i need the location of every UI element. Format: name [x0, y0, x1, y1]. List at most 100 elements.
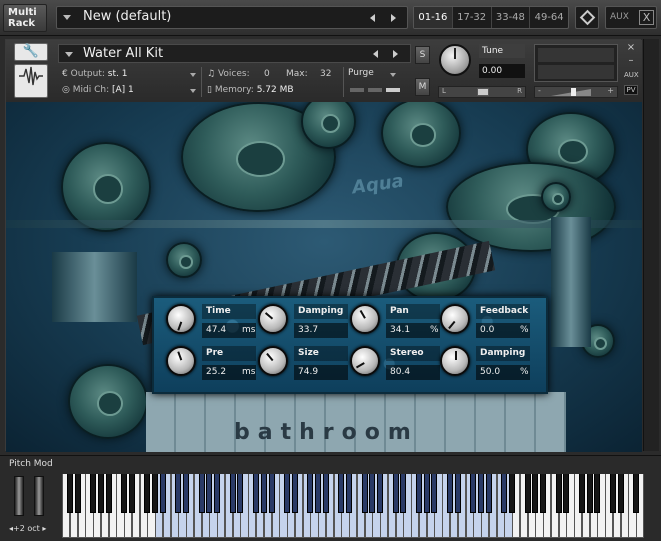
black-key[interactable] — [400, 474, 407, 513]
damping-value[interactable]: 33.7 — [294, 323, 348, 338]
black-key[interactable] — [97, 474, 104, 513]
solo-button[interactable]: S — [415, 46, 430, 64]
black-key[interactable] — [315, 474, 322, 513]
black-key[interactable] — [586, 474, 593, 513]
close-instrument-icon[interactable]: × — [624, 42, 638, 53]
next-rack-arrow-icon[interactable] — [391, 14, 396, 22]
pan-knob[interactable] — [350, 304, 380, 334]
instrument-aux-button[interactable]: AUX — [624, 71, 639, 79]
multi-rack-button[interactable]: Multi Rack — [3, 4, 47, 32]
tune-value[interactable]: 0.00 — [479, 64, 525, 78]
black-key[interactable] — [128, 474, 135, 513]
black-key[interactable] — [291, 474, 298, 513]
stereo-knob[interactable] — [350, 346, 380, 376]
volume-handle[interactable] — [571, 88, 576, 96]
black-key[interactable] — [617, 474, 624, 513]
damping-knob[interactable] — [440, 346, 470, 376]
mute-button[interactable]: M — [415, 78, 430, 96]
black-key[interactable] — [206, 474, 213, 513]
black-key[interactable] — [540, 474, 547, 513]
black-key[interactable] — [524, 474, 531, 513]
damping-knob[interactable] — [258, 304, 288, 334]
feedback-knob[interactable] — [440, 304, 470, 334]
rack-name-dropdown[interactable]: New (default) — [56, 6, 408, 29]
black-key[interactable] — [415, 474, 422, 513]
black-key[interactable] — [90, 474, 97, 513]
black-key[interactable] — [229, 474, 236, 513]
black-key[interactable] — [284, 474, 291, 513]
minimize-instrument-icon[interactable]: – — [624, 55, 638, 66]
black-key[interactable] — [121, 474, 128, 513]
black-key[interactable] — [105, 474, 112, 513]
waveform-icon[interactable] — [14, 64, 48, 98]
pre-knob[interactable] — [166, 346, 196, 376]
pan-handle[interactable] — [477, 88, 489, 96]
black-key[interactable] — [392, 474, 399, 513]
black-key[interactable] — [501, 474, 508, 513]
midi-channel-row[interactable]: ◎ Midi Ch: [A] 1 — [62, 85, 134, 95]
black-key[interactable] — [346, 474, 353, 513]
black-key[interactable] — [74, 474, 81, 513]
black-key[interactable] — [423, 474, 430, 513]
black-key[interactable] — [253, 474, 259, 513]
black-key[interactable] — [431, 474, 438, 513]
tune-knob[interactable] — [439, 44, 471, 76]
black-key[interactable] — [532, 474, 539, 513]
black-key[interactable] — [454, 474, 461, 513]
piano-keyboard[interactable] — [62, 474, 645, 538]
black-key[interactable] — [447, 474, 453, 513]
black-key[interactable] — [66, 474, 73, 513]
black-key[interactable] — [633, 474, 640, 513]
black-key[interactable] — [322, 474, 329, 513]
black-key[interactable] — [563, 474, 570, 513]
tab-33-48[interactable]: 33-48 — [492, 7, 531, 28]
black-key[interactable] — [361, 474, 368, 513]
wrench-icon[interactable]: 🔧 — [14, 43, 48, 61]
black-key[interactable] — [144, 474, 151, 513]
diamond-icon[interactable] — [575, 6, 599, 29]
midi-chevron-icon[interactable] — [190, 89, 196, 93]
black-key[interactable] — [152, 474, 159, 513]
size-value[interactable]: 74.9 — [294, 365, 348, 380]
black-key[interactable] — [377, 474, 384, 513]
black-key[interactable] — [594, 474, 601, 513]
black-key[interactable] — [307, 474, 314, 513]
instrument-name-dropdown[interactable]: Water All Kit — [58, 44, 411, 63]
volume-slider[interactable]: - + — [534, 86, 618, 98]
black-key[interactable] — [214, 474, 221, 513]
tab-17-32[interactable]: 17-32 — [453, 7, 492, 28]
next-instrument-arrow-icon[interactable] — [393, 50, 398, 58]
purge-menu[interactable]: Purge — [348, 68, 374, 78]
black-key[interactable] — [268, 474, 275, 513]
black-key[interactable] — [609, 474, 616, 513]
black-key[interactable] — [338, 474, 345, 513]
black-key[interactable] — [198, 474, 205, 513]
mod-wheel[interactable] — [34, 476, 44, 516]
pv-button[interactable]: PV — [624, 85, 638, 95]
output-row[interactable]: € Output: st. 1 — [62, 69, 127, 79]
black-key[interactable] — [470, 474, 477, 513]
output-chevron-icon[interactable] — [190, 73, 196, 77]
scroll-rail[interactable] — [643, 39, 659, 451]
prev-rack-arrow-icon[interactable] — [370, 14, 375, 22]
prev-instrument-arrow-icon[interactable] — [373, 50, 378, 58]
octave-shift[interactable]: ◂+2 oct ▸ — [9, 524, 46, 533]
aux-toggle[interactable]: AUX X — [605, 6, 657, 29]
black-key[interactable] — [260, 474, 267, 513]
size-knob[interactable] — [258, 346, 288, 376]
time-knob[interactable] — [166, 304, 196, 334]
pan-slider[interactable]: L R — [438, 86, 526, 98]
stereo-value[interactable]: 80.4 — [386, 365, 440, 380]
pitch-wheel[interactable] — [14, 476, 24, 516]
tab-01-16[interactable]: 01-16 — [414, 7, 453, 28]
tab-49-64[interactable]: 49-64 — [530, 7, 568, 28]
purge-chevron-icon[interactable] — [390, 73, 396, 77]
black-key[interactable] — [478, 474, 485, 513]
black-key[interactable] — [237, 474, 244, 513]
black-key[interactable] — [509, 474, 516, 513]
black-key[interactable] — [369, 474, 376, 513]
black-key[interactable] — [175, 474, 182, 513]
black-key[interactable] — [183, 474, 190, 513]
black-key[interactable] — [555, 474, 562, 513]
close-icon[interactable]: X — [639, 10, 654, 25]
